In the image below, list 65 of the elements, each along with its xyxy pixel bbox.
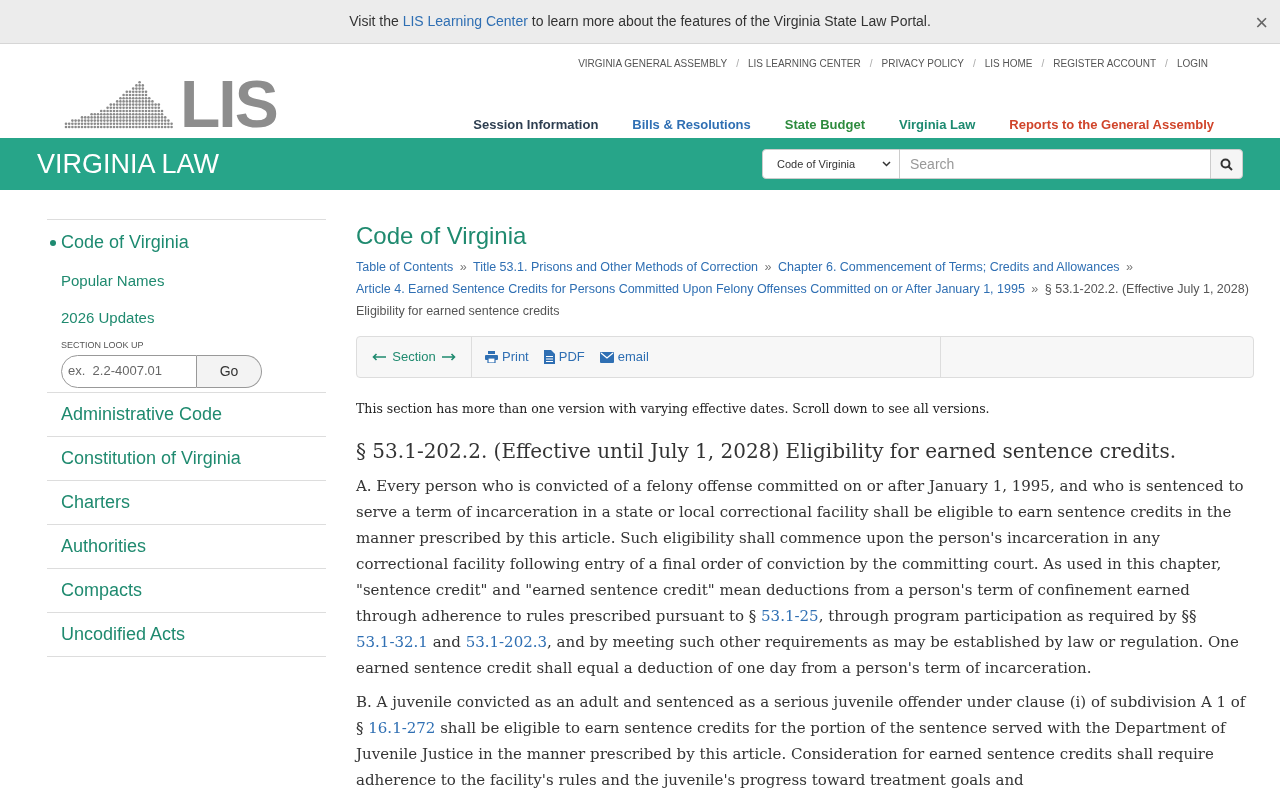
utility-link[interactable]: LIS LEARNING CENTER bbox=[747, 56, 861, 71]
link[interactable]: 53.1-202.3 bbox=[465, 632, 548, 651]
separator: / bbox=[736, 57, 739, 71]
utility-link[interactable]: LIS HOME bbox=[984, 56, 1033, 71]
link[interactable]: 16.1-272 bbox=[368, 718, 436, 737]
close-button[interactable]: × bbox=[1255, 6, 1268, 39]
utility-link[interactable]: LOGIN bbox=[1176, 56, 1208, 71]
sidebar-item[interactable]: Constitution of Virginia bbox=[61, 444, 241, 472]
link[interactable]: 53.1-25 bbox=[761, 606, 819, 625]
nav-link[interactable]: Session Information bbox=[473, 114, 599, 134]
arrow-left-icon bbox=[372, 353, 387, 361]
sidebar-item[interactable]: Compacts bbox=[61, 576, 143, 604]
search-button[interactable] bbox=[1210, 149, 1243, 179]
logo-text: LIS bbox=[180, 78, 277, 130]
sidebar-item[interactable]: Authorities bbox=[61, 532, 147, 560]
section-heading: § 53.1-202.2. (Effective until July 1, 2028) Eligibility for earned sentence credits. bbox=[356, 437, 1177, 465]
notice-text: Visit the LIS Learning Center to learn more about the features of the Virginia State Law Portal. bbox=[349, 12, 931, 31]
nav-link[interactable]: Reports to the General Assembly bbox=[1009, 114, 1214, 134]
document-icon bbox=[543, 350, 555, 364]
sidebar-item[interactable]: Charters bbox=[61, 488, 131, 516]
utility-link[interactable]: VIRGINIA GENERAL ASSEMBLY bbox=[578, 56, 728, 71]
breadcrumb-link[interactable]: Title 53.1. Prisons and Other Methods of Correction bbox=[473, 260, 759, 274]
scope-select[interactable]: Code of Virginia bbox=[762, 149, 900, 179]
breadcrumb-link[interactable]: Article 4. Earned Sentence Credits for Persons Committed Upon Felony Offenses Committed on or After January 1, 1995 bbox=[356, 282, 1025, 296]
envelope-icon bbox=[599, 351, 614, 363]
link[interactable]: LIS Learning Center bbox=[402, 13, 528, 29]
link[interactable]: 53.1-32.1 bbox=[356, 632, 428, 651]
toolbar-action[interactable]: PDF bbox=[543, 347, 585, 367]
separator: / bbox=[1165, 57, 1168, 71]
toolbar-action[interactable]: email bbox=[599, 347, 649, 367]
nav-link[interactable]: State Budget bbox=[784, 114, 865, 134]
separator: / bbox=[869, 57, 873, 71]
lookup-label: SECTION LOOK UP bbox=[61, 339, 145, 352]
sidebar-subitem[interactable]: 2026 Updates bbox=[61, 306, 326, 329]
utility-link[interactable]: REGISTER ACCOUNT bbox=[1053, 56, 1157, 71]
statute-paragraph: A. Every person who is convicted of a felony offense committed on or after January 1, 1995, and who is sentenced to serve a term of incarceration in a state or local correctional facility shall be eligible to earn sentence credits in the manner prescribed by this article. Such eligibility shall commence upon the person's incarceration in any correctional facility following entry of a final order of conviction by the committing court. As used in this chapter, "sentence credit" and "earned sentence credit" mean deductions from a person's term of confinement earned through adherence to rules prescribed pursuant to § 53.1-25, through program participation as required by §§ 53.1-32.1 and 53.1-202.3, and by meeting such other requirements as may be established by law or regulation. One earned sentence credit shall equal a deduction of one day from a person's term of incarceration. bbox=[356, 475, 1245, 679]
banner-title: VIRGINIA LAW bbox=[37, 147, 220, 181]
breadcrumb-separator: » bbox=[1031, 282, 1039, 296]
breadcrumb-separator: » bbox=[459, 260, 467, 274]
breadcrumb-link[interactable]: Table of Contents bbox=[356, 260, 454, 274]
go-button[interactable]: Go bbox=[197, 354, 262, 388]
nav-link[interactable]: Bills & Resolutions bbox=[632, 114, 751, 134]
breadcrumb-trail: Table of Contents » Title 53.1. Prisons and Other Methods of Correction » Chapter 6. Commencement of Terms; Credits and Allowances » Article 4. Earned Sentence Credits for Persons Committed Upon Felony Offenses Committed on or After January 1, 1995 » § 53.1-202.2. (Effective July 1, 2028) Eligibility for earned sentence credits bbox=[356, 259, 1250, 320]
search-icon bbox=[1220, 157, 1233, 171]
section-lookup-field[interactable]: ex. 2.2-4007.01 bbox=[61, 354, 197, 388]
sidebar-item[interactable]: Code of Virginia bbox=[61, 229, 189, 256]
search-field[interactable]: Search bbox=[900, 149, 1210, 179]
utility-link[interactable]: PRIVACY POLICY bbox=[881, 56, 964, 71]
statute-paragraph: B. A juvenile convicted as an adult and sentenced as a serious juvenile offender under clause (i) of subdivision A 1 of § 16.1-272 shall be eligible to earn sentence credits for the portion of the sentence served with the Department of Juvenile Justice in the manner prescribed by this article. Consideration for earned sentence credits shall require adherence to the facility's rules and the juvenile's progress toward treatment goals and bbox=[356, 691, 1248, 791]
nav-link[interactable]: Virginia Law bbox=[898, 114, 976, 134]
breadcrumb-separator: » bbox=[1126, 260, 1134, 274]
version-notice: This section has more than one version with varying effective dates. Scroll down to see all versions. bbox=[356, 400, 991, 418]
page-title: Code of Virginia bbox=[356, 221, 528, 251]
sidebar-subitem[interactable]: Popular Names bbox=[61, 270, 326, 293]
separator: / bbox=[1041, 57, 1045, 71]
breadcrumb-separator: » bbox=[764, 260, 772, 274]
arrow-right-icon bbox=[441, 353, 456, 361]
breadcrumb-link[interactable]: Chapter 6. Commencement of Terms; Credits and Allowances bbox=[778, 260, 1120, 274]
printer-icon bbox=[485, 351, 498, 363]
section-nav-button[interactable]: Section bbox=[357, 337, 472, 377]
toolbar-action[interactable]: Print bbox=[485, 347, 529, 367]
chevron-down-icon bbox=[882, 161, 891, 167]
sidebar-item[interactable]: Administrative Code bbox=[61, 400, 223, 428]
sidebar-item[interactable]: Uncodified Acts bbox=[61, 620, 186, 648]
separator: / bbox=[972, 57, 976, 71]
